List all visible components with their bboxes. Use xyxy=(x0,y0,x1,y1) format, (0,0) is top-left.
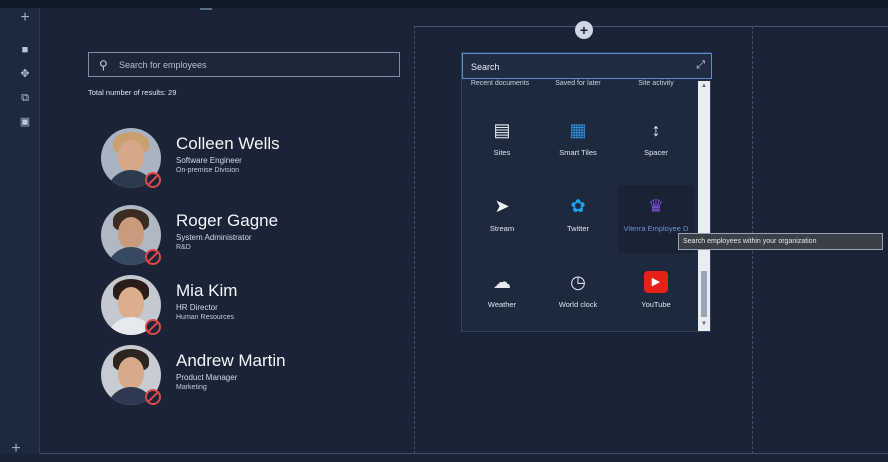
expand-icon[interactable]: ⤢ xyxy=(696,59,705,72)
stream-icon: ➤ xyxy=(494,196,510,216)
scrollbar-thumb[interactable] xyxy=(701,271,707,317)
employee-name: Andrew Martin xyxy=(176,351,286,370)
search-icon: ⚲ xyxy=(99,57,108,72)
tile-twitter[interactable]: ✿ Twitter xyxy=(540,185,616,253)
employee-department: Human Resources xyxy=(176,314,234,321)
smart-tiles-icon: ▦ xyxy=(569,120,587,140)
tooltip: Search employees within your organizatio… xyxy=(678,233,883,250)
employee-card[interactable]: Roger Gagne System Administrator R&D xyxy=(101,205,401,271)
top-handle xyxy=(200,8,212,10)
add-web-part-button[interactable]: + xyxy=(575,21,593,39)
world-clock-icon: ◷ xyxy=(570,272,586,292)
presence-busy-icon xyxy=(145,172,161,188)
employee-card[interactable]: Colleen Wells Software Engineer On-premi… xyxy=(101,128,401,194)
employee-department: Marketing xyxy=(176,384,207,391)
edit-web-part-icon[interactable]: ■ xyxy=(17,42,33,58)
spacer-icon: ↕ xyxy=(651,120,661,140)
toolbox-search-placeholder: Search xyxy=(471,62,500,72)
scroll-down-icon[interactable]: ▼ xyxy=(701,321,707,327)
web-part-toolbox: Search ⤢ Recent documents Saved for late… xyxy=(461,52,712,332)
employee-department: R&D xyxy=(176,244,191,251)
employee-card[interactable]: Andrew Martin Product Manager Marketing xyxy=(101,345,401,411)
move-icon[interactable]: ✥ xyxy=(17,66,33,82)
employee-name: Colleen Wells xyxy=(176,134,280,153)
delete-icon[interactable]: ▣ xyxy=(17,114,33,130)
tile-spacer[interactable]: ↕ Spacer xyxy=(618,109,694,177)
employee-directory-icon: ♛ xyxy=(647,196,665,216)
employee-name: Roger Gagne xyxy=(176,211,279,230)
toolbox-category[interactable]: Saved for later xyxy=(540,79,616,88)
section-bottom-border xyxy=(40,453,888,454)
toolbox-category[interactable]: Recent documents xyxy=(468,79,532,88)
add-section-bottom-icon[interactable]: + xyxy=(8,441,24,457)
employee-search-placeholder: Search for employees xyxy=(119,59,207,70)
employee-title: System Administrator xyxy=(176,233,252,242)
employee-name: Mia Kim xyxy=(176,281,238,300)
add-section-top-icon[interactable]: + xyxy=(17,10,33,26)
toolbox-scrollbar[interactable]: ▲ ▼ xyxy=(698,81,710,331)
tile-world-clock[interactable]: ◷ World clock xyxy=(540,261,616,329)
tile-youtube[interactable]: ▶ YouTube xyxy=(618,261,694,329)
employee-title: Product Manager xyxy=(176,373,238,382)
results-count: Total number of results: 29 xyxy=(88,88,177,97)
employee-title: Software Engineer xyxy=(176,156,242,165)
top-strip xyxy=(0,0,888,8)
youtube-icon: ▶ xyxy=(644,271,668,293)
toolbox-category[interactable]: Site activity xyxy=(620,79,692,88)
employee-search-input[interactable]: ⚲ Search for employees xyxy=(88,52,400,77)
toolbox-search-input[interactable]: Search ⤢ xyxy=(462,53,712,79)
presence-busy-icon xyxy=(145,389,161,405)
duplicate-icon[interactable]: ⧉ xyxy=(17,90,33,106)
tile-weather[interactable]: ☁ Weather xyxy=(464,261,540,329)
presence-busy-icon xyxy=(145,249,161,265)
weather-icon: ☁ xyxy=(493,272,511,292)
presence-busy-icon xyxy=(145,319,161,335)
left-toolbar: ■ ✥ ⧉ ▣ xyxy=(0,8,40,454)
employee-title: HR Director xyxy=(176,303,218,312)
twitter-icon: ✿ xyxy=(570,196,586,216)
scroll-up-icon[interactable]: ▲ xyxy=(701,83,707,89)
tile-stream[interactable]: ➤ Stream xyxy=(464,185,540,253)
tile-smart-tiles[interactable]: ▦ Smart Tiles xyxy=(540,109,616,177)
tile-sites[interactable]: ▤ Sites xyxy=(464,109,540,177)
sites-icon: ▤ xyxy=(493,120,511,140)
employee-card[interactable]: Mia Kim HR Director Human Resources xyxy=(101,275,401,341)
employee-department: On-premise Division xyxy=(176,167,240,174)
